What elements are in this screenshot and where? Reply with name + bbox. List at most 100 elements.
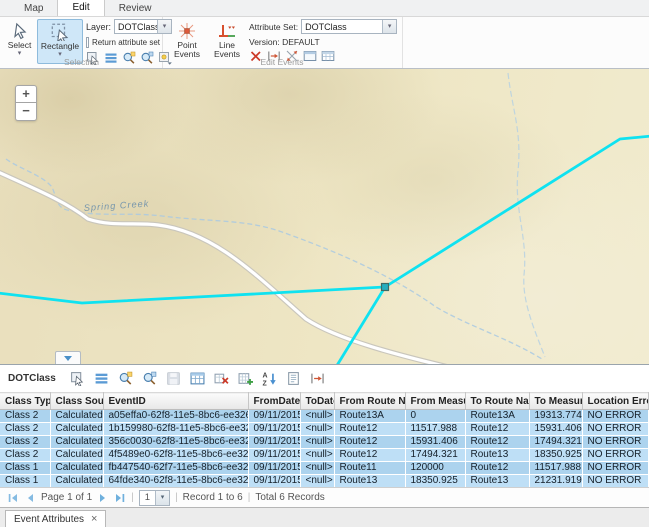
table-cell: Calculated (50, 436, 103, 449)
prev-page-icon[interactable] (24, 492, 36, 504)
route-line-west[interactable] (0, 287, 385, 303)
table-cell: Route12 (334, 449, 405, 462)
first-page-icon[interactable] (7, 492, 19, 504)
table-cell: Class 2 (0, 449, 50, 462)
next-page-icon[interactable] (97, 492, 109, 504)
map-canvas[interactable]: Spring Creek + − (0, 69, 649, 364)
collapse-panel-button[interactable] (55, 351, 81, 364)
route-line-northeast[interactable] (385, 136, 649, 287)
event-attributes-tab-label: Event Attributes (14, 514, 84, 525)
attribute-set-label: Attribute Set: (249, 22, 298, 32)
sort-icon[interactable]: AZ (262, 371, 277, 386)
table-cell: <null> (300, 449, 334, 462)
tab-map[interactable]: Map (10, 0, 57, 16)
list-icon[interactable] (94, 371, 109, 386)
column-header-class-source[interactable]: Class Source (50, 393, 103, 410)
page-number-select[interactable]: 1 ▾ (139, 490, 170, 506)
zoom-out-button[interactable]: − (15, 103, 37, 121)
table-cell: Route12 (334, 423, 405, 436)
zoom-selection-icon[interactable] (118, 371, 133, 386)
column-header-location-error[interactable]: Location Error (582, 393, 649, 410)
table-cell: 64fde340-62f8-11e5-8bc6-ee32641d5ec9 (103, 475, 248, 488)
table-cell: Calculated (50, 462, 103, 475)
table-cell: fb447540-62f7-11e5-8bc6-ee32641d5ec9 (103, 462, 248, 475)
offset-icon[interactable] (310, 371, 325, 386)
select-features-icon[interactable] (70, 371, 85, 386)
creek-line (508, 73, 545, 357)
table-row[interactable]: Class 2Calculated4f5489e0-62f8-11e5-8bc6… (0, 449, 649, 462)
table-row[interactable]: Class 1Calculatedfb447540-62f7-11e5-8bc6… (0, 462, 649, 475)
table-cell: Route11 (334, 462, 405, 475)
table-cell: 21231.919 (529, 475, 582, 488)
column-header-class-type[interactable]: Class Type (0, 393, 50, 410)
table-cell: Class 1 (0, 475, 50, 488)
edit-events-group: Point Events Line Events Attribute Set: … (162, 17, 403, 68)
ribbon-tab-bar: Map Edit Review (0, 0, 649, 17)
table-row[interactable]: Class 2Calculateda05effa0-62f8-11e5-8bc6… (0, 410, 649, 423)
table-cell: 15931.406 (529, 423, 582, 436)
column-header-fromdate[interactable]: FromDate (248, 393, 300, 410)
table-cell: NO ERROR (582, 475, 649, 488)
zoom-in-button[interactable]: + (15, 85, 37, 103)
route-line-south[interactable] (336, 287, 385, 364)
rectangle-select-icon (51, 23, 69, 41)
return-attribute-set-checkbox[interactable]: Return attribute set (86, 37, 160, 48)
column-header-todate[interactable]: ToDate (300, 393, 334, 410)
table-cell: 17494.321 (405, 449, 465, 462)
svg-text:Z: Z (262, 380, 267, 386)
table-cell: NO ERROR (582, 410, 649, 423)
column-header-from-measure[interactable]: From Measure (405, 393, 465, 410)
table-cell: Route13 (465, 449, 529, 462)
chevron-down-icon[interactable]: ▾ (155, 491, 169, 505)
event-table-wrap: Class TypeClass SourceEventIDFromDateToD… (0, 392, 649, 487)
table-cell: 19313.774 (529, 410, 582, 423)
table-cell: Class 2 (0, 423, 50, 436)
tab-edit[interactable]: Edit (57, 0, 104, 16)
table-cell: 15931.406 (405, 436, 465, 449)
tab-event-attributes[interactable]: Event Attributes × (5, 510, 106, 527)
column-header-from-route-name[interactable]: From Route Name (334, 393, 405, 410)
table-cell: 09/11/2015 (248, 449, 300, 462)
column-header-eventid[interactable]: EventID (103, 393, 248, 410)
selection-group: Select ▾ Rectangle ▾ Layer: DOTClass ▾ (1, 17, 163, 68)
table-cell: 09/11/2015 (248, 436, 300, 449)
last-page-icon[interactable] (114, 492, 126, 504)
creek-line (6, 159, 542, 359)
pan-selection-icon[interactable] (142, 371, 157, 386)
road-line (0, 172, 448, 364)
ribbon: Select ▾ Rectangle ▾ Layer: DOTClass ▾ (0, 17, 649, 69)
table-cell: <null> (300, 410, 334, 423)
checkbox-icon[interactable] (86, 37, 89, 48)
attribute-set-dropdown[interactable]: DOTClass ▾ (301, 19, 397, 34)
version-value: DEFAULT (282, 37, 320, 47)
table-cell: Route12 (465, 462, 529, 475)
table-cell: NO ERROR (582, 449, 649, 462)
attribute-grid-icon[interactable] (190, 371, 205, 386)
point-events-icon (178, 22, 196, 40)
chevron-down-icon[interactable]: ▾ (382, 20, 396, 33)
form-view-icon[interactable] (286, 371, 301, 386)
pagination-bar: Page 1 of 1 | 1 ▾ | Record 1 to 6 | Tota… (0, 487, 649, 507)
table-row[interactable]: Class 2Calculated356c0030-62f8-11e5-8bc6… (0, 436, 649, 449)
table-row[interactable]: Class 2Calculated1b159980-62f8-11e5-8bc6… (0, 423, 649, 436)
add-record-icon[interactable] (238, 371, 253, 386)
route-junction-marker[interactable] (382, 284, 389, 291)
delete-record-icon[interactable] (214, 371, 229, 386)
road-casing (0, 172, 448, 364)
total-records-label: Total 6 Records (255, 492, 324, 503)
selection-group-label: Selection (1, 57, 162, 67)
table-cell: 356c0030-62f8-11e5-8bc6-ee32641d5ec9 (103, 436, 248, 449)
table-cell: 1b159980-62f8-11e5-8bc6-ee32641d5ec9 (103, 423, 248, 436)
table-row[interactable]: Class 1Calculated64fde340-62f8-11e5-8bc6… (0, 475, 649, 488)
layer-tab-dotclass[interactable]: DOTClass (8, 373, 56, 384)
table-cell: Calculated (50, 449, 103, 462)
table-cell: 09/11/2015 (248, 410, 300, 423)
close-icon[interactable]: × (91, 514, 97, 524)
table-cell: Route12 (465, 436, 529, 449)
tab-review[interactable]: Review (105, 0, 166, 16)
table-cell: Route13A (334, 410, 405, 423)
table-cell: NO ERROR (582, 436, 649, 449)
table-cell: <null> (300, 462, 334, 475)
column-header-to-route-name[interactable]: To Route Name (465, 393, 529, 410)
column-header-to-measure[interactable]: To Measure (529, 393, 582, 410)
